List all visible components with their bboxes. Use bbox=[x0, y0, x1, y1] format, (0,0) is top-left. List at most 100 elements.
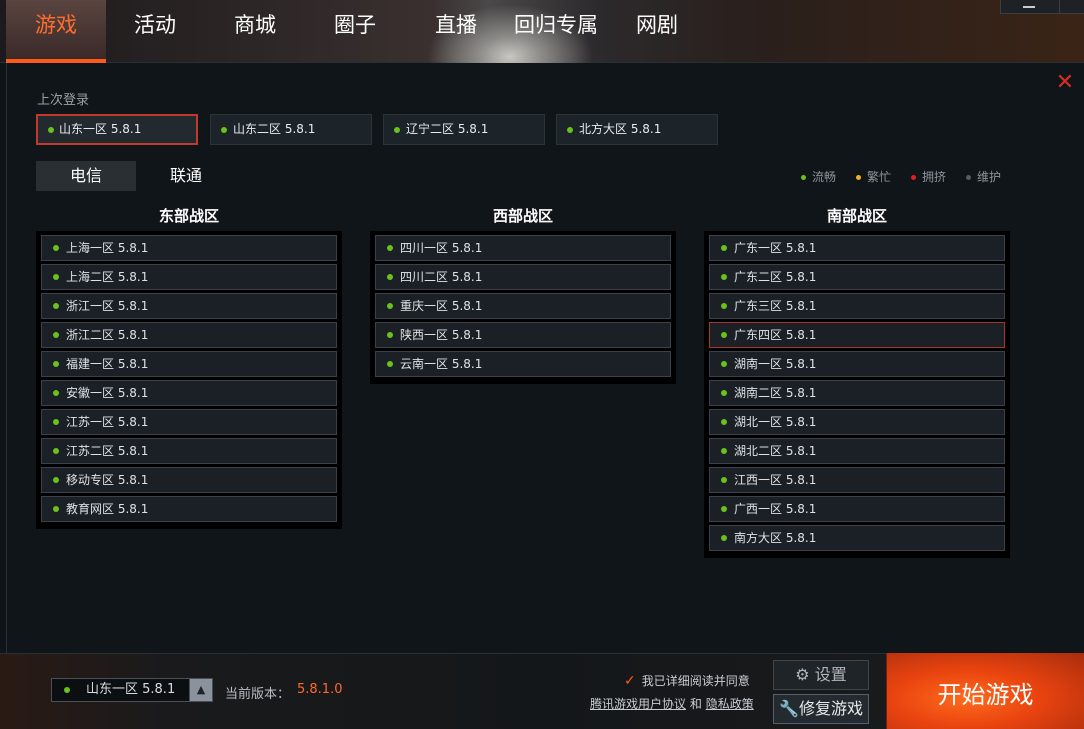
server-label: 云南一区 5.8.1 bbox=[400, 357, 483, 371]
server-row[interactable]: 湖北二区 5.8.1 bbox=[709, 438, 1005, 464]
recent-server-button[interactable]: 北方大区 5.8.1 bbox=[556, 114, 718, 145]
server-row[interactable]: 江西一区 5.8.1 bbox=[709, 467, 1005, 493]
status-ok-icon bbox=[221, 126, 227, 133]
server-row[interactable]: 湖北一区 5.8.1 bbox=[709, 409, 1005, 435]
server-label: 江西一区 5.8.1 bbox=[734, 473, 817, 487]
wrench-icon: 🔧 bbox=[779, 699, 799, 718]
status-ok-icon bbox=[387, 332, 393, 338]
server-row[interactable]: 广东三区 5.8.1 bbox=[709, 293, 1005, 319]
status-ok-icon bbox=[53, 419, 59, 425]
status-ok-icon bbox=[721, 419, 727, 425]
close-icon[interactable]: ✕ bbox=[1055, 72, 1075, 94]
server-row[interactable]: 重庆一区 5.8.1 bbox=[375, 293, 671, 319]
server-dropdown[interactable]: 山东一区 5.8.1 ▲ bbox=[51, 678, 213, 702]
tab-games[interactable]: 游戏 bbox=[6, 0, 106, 63]
server-row[interactable]: 广西一区 5.8.1 bbox=[709, 496, 1005, 522]
server-label: 上海一区 5.8.1 bbox=[66, 241, 149, 255]
repair-game-button[interactable]: 🔧修复游戏 bbox=[773, 694, 869, 724]
tab-unicom[interactable]: 联通 bbox=[136, 161, 236, 191]
check-icon[interactable]: ✓ bbox=[624, 673, 636, 689]
server-label: 浙江一区 5.8.1 bbox=[66, 299, 149, 313]
region-title-south: 南部战区 bbox=[826, 207, 887, 225]
legend-item: 拥挤 bbox=[911, 168, 946, 185]
legend-label: 流畅 bbox=[812, 170, 837, 184]
status-ok-icon bbox=[721, 274, 727, 280]
tab-shop[interactable]: 商城 bbox=[210, 0, 300, 63]
region-title-east: 东部战区 bbox=[158, 207, 219, 225]
server-row[interactable]: 湖南二区 5.8.1 bbox=[709, 380, 1005, 406]
server-row[interactable]: 湖南一区 5.8.1 bbox=[709, 351, 1005, 377]
status-ok-icon bbox=[721, 506, 727, 512]
server-row[interactable]: 广东一区 5.8.1 bbox=[709, 235, 1005, 261]
server-label: 湖北一区 5.8.1 bbox=[734, 415, 817, 429]
server-row[interactable]: 浙江二区 5.8.1 bbox=[41, 322, 337, 348]
tab-community[interactable]: 圈子 bbox=[310, 0, 400, 63]
recent-server-button[interactable]: 辽宁二区 5.8.1 bbox=[383, 114, 545, 145]
repair-label: 修复游戏 bbox=[798, 699, 863, 718]
server-label: 移动专区 5.8.1 bbox=[66, 473, 149, 487]
status-ok-icon bbox=[53, 303, 59, 309]
server-row[interactable]: 广东二区 5.8.1 bbox=[709, 264, 1005, 290]
settings-button[interactable]: ⚙ 设置 bbox=[773, 660, 869, 690]
server-label: 福建一区 5.8.1 bbox=[66, 357, 149, 371]
server-row[interactable]: 陕西一区 5.8.1 bbox=[375, 322, 671, 348]
recent-server-button[interactable]: 山东一区 5.8.1 bbox=[36, 114, 198, 145]
status-ok-icon bbox=[53, 245, 59, 251]
status-ok-icon bbox=[53, 477, 59, 483]
server-row[interactable]: 上海二区 5.8.1 bbox=[41, 264, 337, 290]
status-ok-icon bbox=[721, 535, 727, 541]
agreement-text: 我已详细阅读并同意 bbox=[641, 674, 750, 688]
server-label: 四川一区 5.8.1 bbox=[400, 241, 483, 255]
tab-events[interactable]: 活动 bbox=[110, 0, 200, 63]
server-label: 广东四区 5.8.1 bbox=[734, 328, 817, 342]
version-label: 当前版本： bbox=[225, 687, 291, 702]
server-row[interactable]: 上海一区 5.8.1 bbox=[41, 235, 337, 261]
status-ok-icon bbox=[721, 390, 727, 396]
server-row[interactable]: 浙江一区 5.8.1 bbox=[41, 293, 337, 319]
status-ok-icon bbox=[394, 126, 400, 133]
tab-live[interactable]: 直播 bbox=[411, 0, 501, 63]
server-row[interactable]: 江苏一区 5.8.1 bbox=[41, 409, 337, 435]
server-row[interactable]: 福建一区 5.8.1 bbox=[41, 351, 337, 377]
settings-label: 设置 bbox=[814, 665, 847, 684]
status-ok-icon bbox=[387, 303, 393, 309]
privacy-policy-link[interactable]: 隐私政策 bbox=[706, 697, 754, 711]
tab-series[interactable]: 网剧 bbox=[612, 0, 702, 63]
server-label: 广东三区 5.8.1 bbox=[734, 299, 817, 313]
server-row[interactable]: 安徽一区 5.8.1 bbox=[41, 380, 337, 406]
recent-server-button[interactable]: 山东二区 5.8.1 bbox=[210, 114, 372, 145]
server-row[interactable]: 移动专区 5.8.1 bbox=[41, 467, 337, 493]
status-crowded-icon bbox=[911, 175, 916, 180]
user-agreement-link[interactable]: 腾讯游戏用户协议 bbox=[590, 697, 686, 711]
start-game-button[interactable]: 开始游戏 bbox=[886, 653, 1084, 729]
server-row[interactable]: 广东四区 5.8.1 bbox=[709, 322, 1005, 348]
minimize-icon[interactable] bbox=[1023, 6, 1035, 8]
tab-return[interactable]: 回归专属 bbox=[506, 0, 606, 63]
legend-item: 维护 bbox=[966, 168, 1001, 185]
status-ok-icon bbox=[53, 361, 59, 367]
status-smooth-icon bbox=[801, 175, 806, 180]
server-row[interactable]: 四川一区 5.8.1 bbox=[375, 235, 671, 261]
server-row[interactable]: 江苏二区 5.8.1 bbox=[41, 438, 337, 464]
server-row[interactable]: 四川二区 5.8.1 bbox=[375, 264, 671, 290]
status-ok-icon bbox=[721, 303, 727, 309]
server-row[interactable]: 云南一区 5.8.1 bbox=[375, 351, 671, 377]
agreement-links: 腾讯游戏用户协议 和 隐私政策 bbox=[590, 695, 754, 712]
status-ok-icon bbox=[48, 126, 54, 133]
window-controls bbox=[1000, 0, 1084, 14]
server-label: 江苏一区 5.8.1 bbox=[66, 415, 149, 429]
status-maintenance-icon bbox=[966, 175, 971, 180]
server-label: 湖南一区 5.8.1 bbox=[734, 357, 817, 371]
recent-server-label: 山东二区 5.8.1 bbox=[233, 122, 316, 136]
recent-server-label: 辽宁二区 5.8.1 bbox=[406, 122, 489, 136]
server-label: 安徽一区 5.8.1 bbox=[66, 386, 149, 400]
chevron-up-icon[interactable]: ▲ bbox=[189, 679, 212, 701]
server-row[interactable]: 南方大区 5.8.1 bbox=[709, 525, 1005, 551]
server-label: 陕西一区 5.8.1 bbox=[400, 328, 483, 342]
agreement-checkbox[interactable]: ✓ 我已详细阅读并同意 bbox=[624, 672, 750, 689]
status-ok-icon bbox=[721, 245, 727, 251]
status-ok-icon bbox=[387, 245, 393, 251]
tab-telecom[interactable]: 电信 bbox=[36, 161, 136, 191]
server-list-south: 广东一区 5.8.1 广东二区 5.8.1 广东三区 5.8.1 广东四区 5.8.1… bbox=[704, 231, 1010, 558]
server-row[interactable]: 教育网区 5.8.1 bbox=[41, 496, 337, 522]
